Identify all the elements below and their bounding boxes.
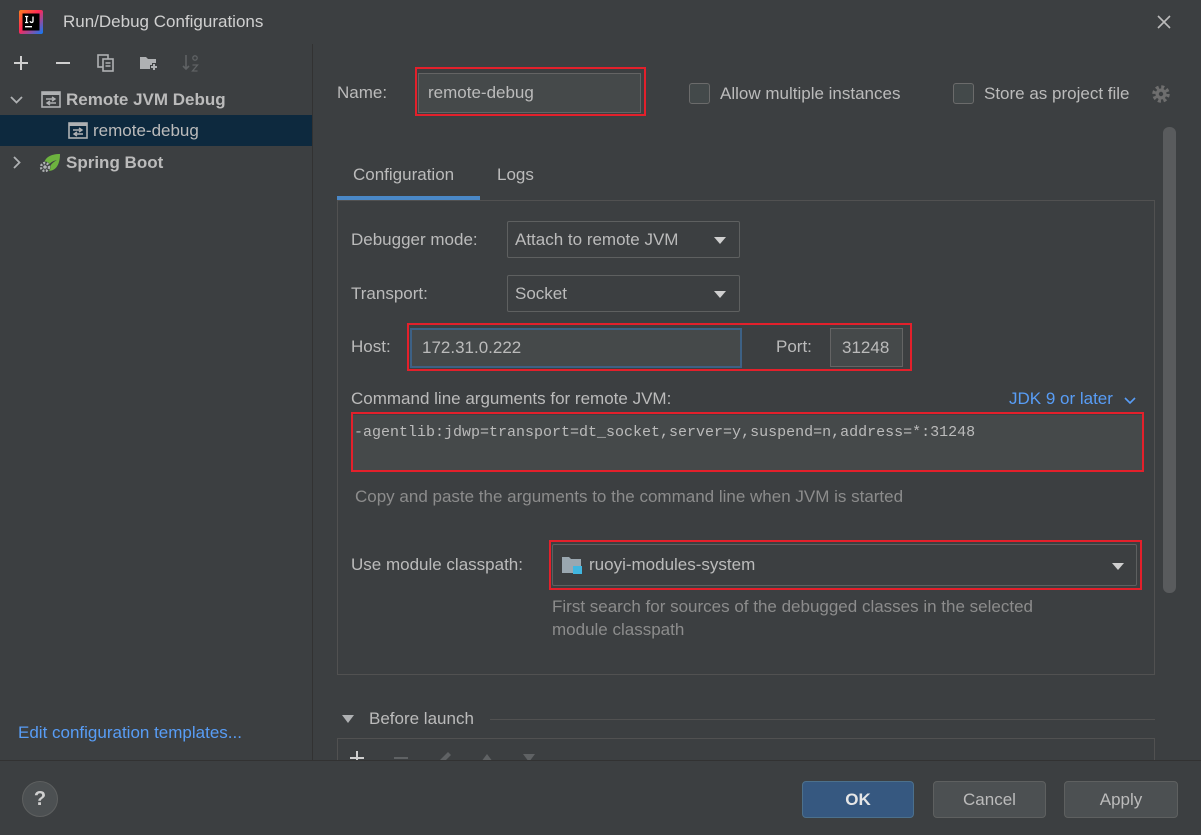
chevron-right-icon[interactable] xyxy=(9,155,24,170)
command-line-label: Command line arguments for remote JVM: xyxy=(351,389,672,408)
port-field[interactable] xyxy=(830,328,903,367)
configurations-sidebar: Remote JVM Debug remote-debug Spring Boo… xyxy=(0,44,313,760)
before-launch-panel xyxy=(337,738,1155,760)
command-line-arguments-field[interactable]: -agentlib:jdwp=transport=dt_socket,serve… xyxy=(353,415,1142,470)
chevron-down-icon[interactable] xyxy=(1124,395,1136,405)
add-icon[interactable] xyxy=(13,55,29,71)
checkbox-label: Allow multiple instances xyxy=(720,84,901,103)
debugger-mode-dropdown[interactable]: Attach to remote JVM xyxy=(507,221,740,258)
tree-item-remote-jvm-debug[interactable]: Remote JVM Debug xyxy=(0,84,312,115)
configuration-editor: Name: Allow multiple instances Store as … xyxy=(313,44,1201,760)
move-up-icon[interactable] xyxy=(479,750,495,760)
dropdown-arrow-icon xyxy=(714,291,726,298)
tree-item-label: Remote JVM Debug xyxy=(66,90,226,109)
tab-logs[interactable]: Logs xyxy=(480,155,552,200)
move-down-icon[interactable] xyxy=(521,750,537,760)
collapse-triangle-icon[interactable] xyxy=(342,715,354,723)
intellij-idea-icon xyxy=(19,10,43,34)
jdk-version-selector[interactable]: JDK 9 or later xyxy=(1009,389,1113,409)
tree-item-spring-boot[interactable]: Spring Boot xyxy=(0,147,312,178)
debugger-mode-label: Debugger mode: xyxy=(351,230,478,249)
remote-jvm-debug-icon xyxy=(67,120,89,142)
edit-templates-link[interactable]: Edit configuration templates... xyxy=(18,723,242,743)
title-bar: Run/Debug Configurations xyxy=(0,0,1201,44)
transport-label: Transport: xyxy=(351,284,428,303)
module-folder-icon xyxy=(561,555,583,575)
port-label: Port: xyxy=(776,337,812,356)
module-classpath-hint: module classpath xyxy=(552,620,685,639)
remote-jvm-debug-icon xyxy=(40,89,62,111)
remove-icon[interactable] xyxy=(393,750,409,760)
name-field[interactable] xyxy=(418,73,641,113)
transport-dropdown[interactable]: Socket xyxy=(507,275,740,312)
dropdown-arrow-icon xyxy=(714,237,726,244)
tree-item-remote-debug[interactable]: remote-debug xyxy=(0,115,312,146)
chevron-down-icon[interactable] xyxy=(9,92,24,107)
spring-boot-icon xyxy=(38,152,62,174)
help-button[interactable]: ? xyxy=(22,781,58,817)
scrollbar-thumb[interactable] xyxy=(1163,127,1176,593)
close-icon[interactable] xyxy=(1155,13,1173,31)
module-classpath-label: Use module classpath: xyxy=(351,555,523,574)
edit-icon[interactable] xyxy=(437,750,453,760)
module-classpath-hint: First search for sources of the debugged… xyxy=(552,597,1033,616)
dropdown-value: ruoyi-modules-system xyxy=(589,555,756,574)
tab-label: Configuration xyxy=(353,165,455,184)
tab-configuration[interactable]: Configuration xyxy=(337,155,480,200)
add-icon[interactable] xyxy=(349,750,365,760)
cancel-button[interactable]: Cancel xyxy=(933,781,1046,818)
name-label: Name: xyxy=(337,83,388,102)
divider xyxy=(490,719,1155,720)
ok-button[interactable]: OK xyxy=(802,781,914,818)
new-folder-icon[interactable] xyxy=(139,54,159,72)
checkbox-box[interactable] xyxy=(689,83,710,104)
before-launch-header[interactable]: Before launch xyxy=(369,709,474,729)
dropdown-value: Socket xyxy=(515,284,567,303)
window-title: Run/Debug Configurations xyxy=(63,12,264,31)
host-field[interactable] xyxy=(410,328,742,368)
copy-icon[interactable] xyxy=(97,54,115,72)
module-classpath-dropdown[interactable]: ruoyi-modules-system xyxy=(552,544,1137,586)
command-line-hint: Copy and paste the arguments to the comm… xyxy=(355,487,904,506)
host-label: Host: xyxy=(351,337,391,356)
allow-multiple-instances-checkbox[interactable]: Allow multiple instances xyxy=(689,83,929,104)
dialog-footer: ? OK Cancel Apply xyxy=(0,760,1201,835)
checkbox-box[interactable] xyxy=(953,83,974,104)
checkbox-label: Store as project file xyxy=(984,84,1130,103)
apply-button[interactable]: Apply xyxy=(1064,781,1178,818)
store-as-project-file-checkbox[interactable]: Store as project file xyxy=(953,83,1143,104)
tree-item-label: remote-debug xyxy=(93,121,199,140)
tree-item-label: Spring Boot xyxy=(66,153,164,172)
configuration-panel: Debugger mode: Attach to remote JVM Tran… xyxy=(337,200,1155,675)
tab-label: Logs xyxy=(497,165,534,184)
sort-icon[interactable] xyxy=(181,53,201,73)
dropdown-value: Attach to remote JVM xyxy=(515,230,679,249)
remove-icon[interactable] xyxy=(55,55,71,71)
dropdown-arrow-icon xyxy=(1112,563,1124,570)
gear-icon[interactable] xyxy=(1151,84,1171,104)
